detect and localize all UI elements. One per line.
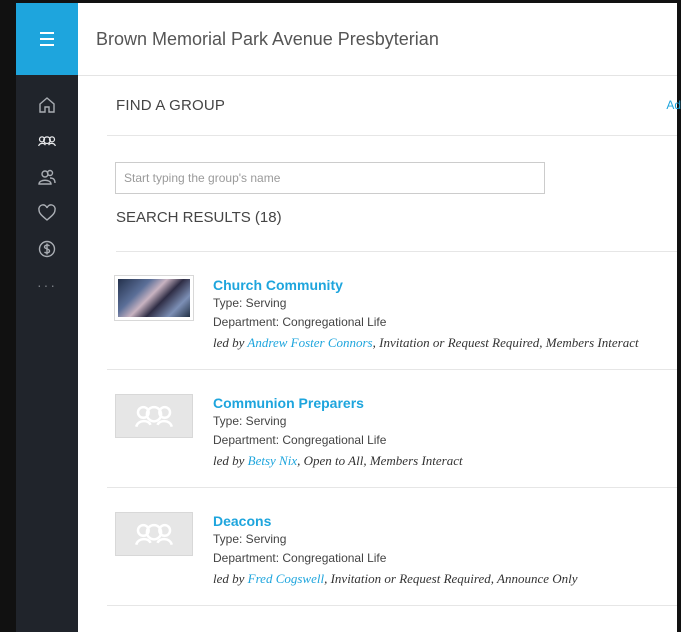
group-name-link[interactable]: Communion Preparers bbox=[213, 394, 668, 412]
nav-giving-heart[interactable] bbox=[16, 195, 78, 231]
main-content: FIND A GROUP Ad SEARCH RESULTS (18) Chur… bbox=[107, 75, 681, 606]
nav-finance[interactable] bbox=[16, 231, 78, 267]
groups-icon bbox=[135, 405, 173, 428]
groups-icon bbox=[135, 523, 173, 546]
led-by-label: led by bbox=[213, 571, 248, 586]
more-icon: ··· bbox=[37, 277, 57, 293]
sidebar-nav: ··· bbox=[16, 75, 78, 303]
dollar-icon bbox=[38, 240, 56, 258]
group-type: Type: Serving bbox=[213, 414, 287, 428]
sidebar: ··· bbox=[16, 3, 78, 632]
list-item: Deacons Type: Serving Department: Congre… bbox=[107, 488, 677, 606]
list-item: Communion Preparers Type: Serving Depart… bbox=[107, 370, 677, 488]
add-group-link[interactable]: Ad bbox=[666, 98, 681, 112]
group-leaders: led by Betsy Nix, Open to All, Members I… bbox=[213, 450, 668, 471]
home-icon bbox=[39, 97, 55, 113]
list-item: Church Community Type: Serving Departmen… bbox=[107, 252, 677, 370]
nav-more[interactable]: ··· bbox=[16, 267, 78, 303]
group-department: Department: Congregational Life bbox=[213, 551, 387, 565]
group-info: Communion Preparers Type: Serving Depart… bbox=[213, 394, 668, 471]
people-icon bbox=[38, 169, 56, 185]
hamburger-icon bbox=[40, 30, 54, 48]
top-bar: Brown Memorial Park Avenue Presbyterian bbox=[78, 3, 677, 76]
group-department: Department: Congregational Life bbox=[213, 315, 387, 329]
group-leaders: led by Andrew Foster Connors, Invitation… bbox=[213, 332, 668, 353]
led-by-label: led by bbox=[213, 453, 248, 468]
nav-home[interactable] bbox=[16, 87, 78, 123]
leader-link[interactable]: Andrew Foster Connors bbox=[247, 335, 372, 350]
search-area bbox=[107, 136, 677, 194]
nav-groups[interactable] bbox=[16, 123, 78, 159]
group-type: Type: Serving bbox=[213, 532, 287, 546]
leader-link[interactable]: Betsy Nix bbox=[248, 453, 297, 468]
leader-link[interactable]: Fred Cogswell bbox=[248, 571, 324, 586]
group-name-link[interactable]: Church Community bbox=[213, 276, 668, 294]
search-results-title: SEARCH RESULTS (18) bbox=[116, 208, 677, 252]
find-group-header: FIND A GROUP Ad bbox=[107, 75, 681, 136]
group-thumbnail[interactable] bbox=[115, 394, 193, 438]
group-name-link[interactable]: Deacons bbox=[213, 512, 668, 530]
group-info: Church Community Type: Serving Departmen… bbox=[213, 276, 668, 353]
group-leaders: led by Fred Cogswell, Invitation or Requ… bbox=[213, 568, 668, 589]
group-photo[interactable] bbox=[114, 275, 194, 321]
nav-people[interactable] bbox=[16, 159, 78, 195]
led-by-label: led by bbox=[213, 335, 248, 350]
menu-button[interactable] bbox=[16, 3, 78, 75]
results-list: Church Community Type: Serving Departmen… bbox=[107, 252, 677, 606]
group-settings: , Open to All, Members Interact bbox=[297, 453, 463, 468]
group-thumbnail[interactable] bbox=[115, 512, 193, 556]
group-settings: , Invitation or Request Required, Member… bbox=[372, 335, 639, 350]
group-info: Deacons Type: Serving Department: Congre… bbox=[213, 512, 668, 589]
group-search-input[interactable] bbox=[115, 162, 545, 194]
heart-icon bbox=[38, 204, 56, 221]
groups-icon bbox=[38, 136, 56, 147]
group-settings: , Invitation or Request Required, Announ… bbox=[324, 571, 578, 586]
group-department: Department: Congregational Life bbox=[213, 433, 387, 447]
page-title: FIND A GROUP bbox=[116, 96, 226, 114]
group-type: Type: Serving bbox=[213, 296, 287, 310]
church-name: Brown Memorial Park Avenue Presbyterian bbox=[96, 28, 439, 49]
